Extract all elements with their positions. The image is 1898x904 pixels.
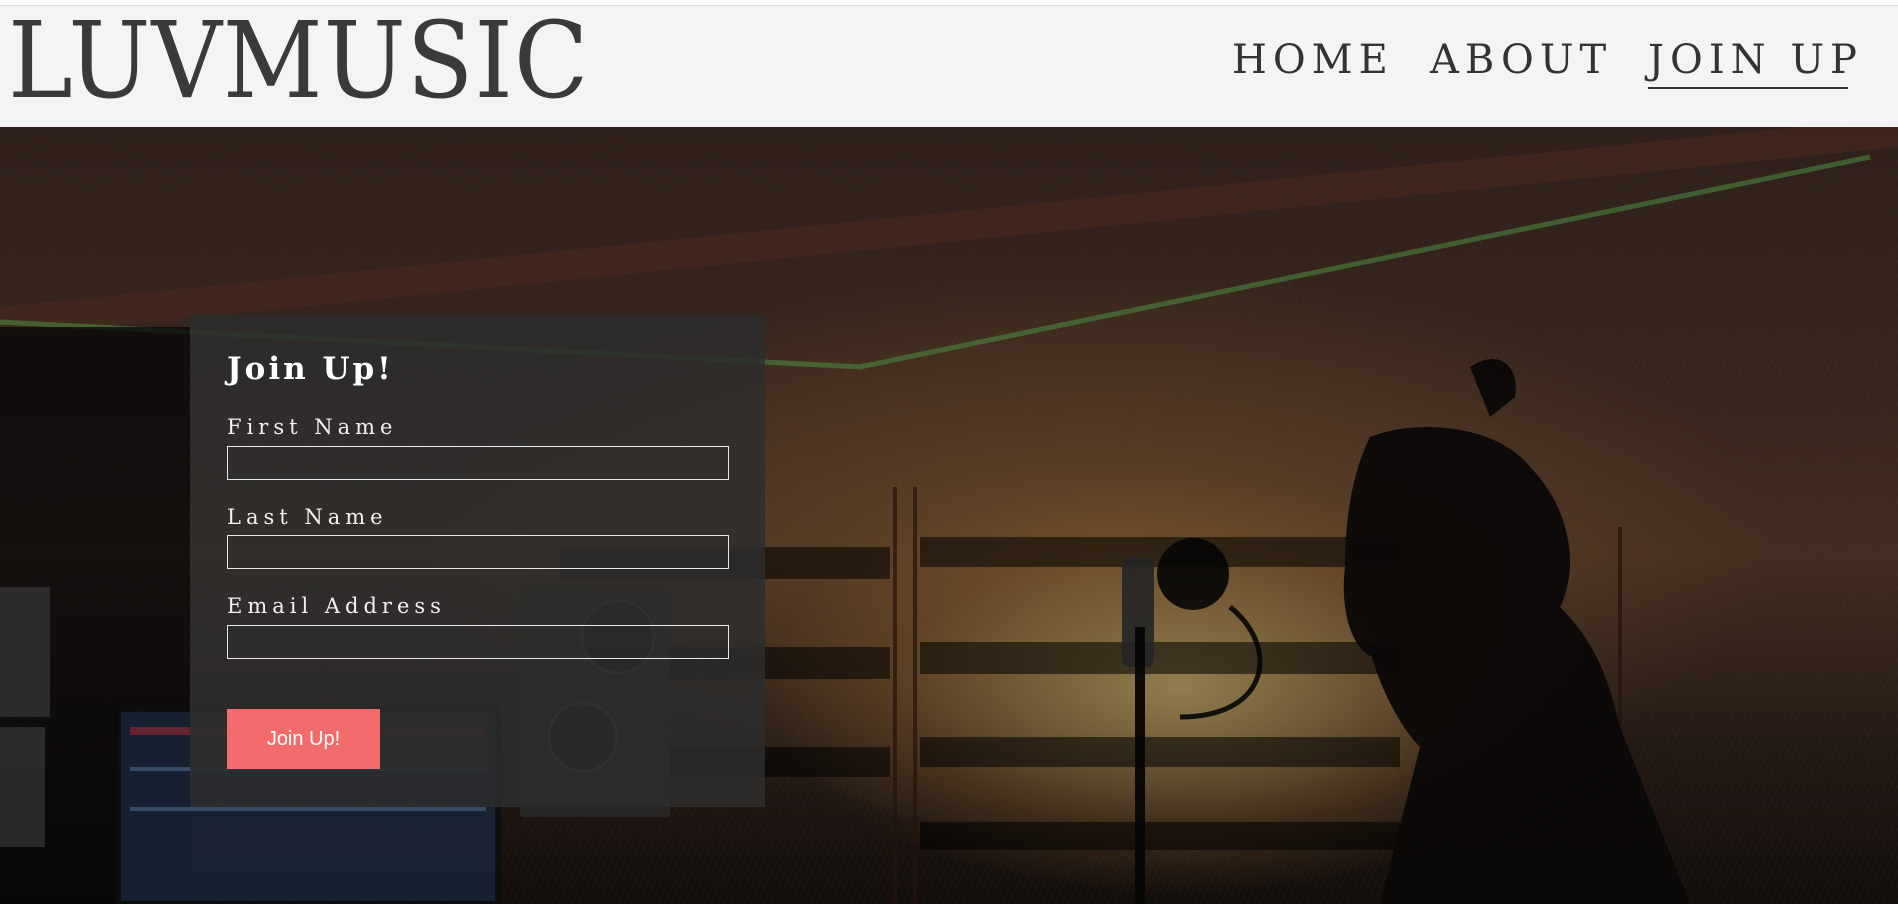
active-nav-underline: [1648, 87, 1848, 89]
first-name-label: First Name: [227, 415, 398, 439]
nav-link-about[interactable]: ABOUT: [1430, 36, 1612, 86]
nav-link-join-up[interactable]: JOIN UP: [1648, 36, 1863, 89]
email-address-field[interactable]: [227, 625, 729, 659]
first-name-field[interactable]: [227, 446, 729, 480]
form-title: Join Up!: [227, 351, 394, 387]
join-form-panel: Join Up! First Name Last Name Email Addr…: [190, 315, 765, 807]
last-name-field[interactable]: [227, 535, 729, 569]
nav-link-join-up-label: JOIN UP: [1648, 37, 1863, 83]
site-logo[interactable]: LUVMUSIC: [8, 8, 589, 114]
email-address-label: Email Address: [227, 594, 446, 618]
site-header: LUVMUSIC HOME ABOUT JOIN UP: [0, 6, 1898, 127]
last-name-label: Last Name: [227, 505, 388, 529]
hero-background-image: Join Up! First Name Last Name Email Addr…: [0, 127, 1898, 904]
nav-link-home[interactable]: HOME: [1232, 36, 1394, 86]
join-up-submit-button[interactable]: Join Up!: [227, 709, 380, 769]
